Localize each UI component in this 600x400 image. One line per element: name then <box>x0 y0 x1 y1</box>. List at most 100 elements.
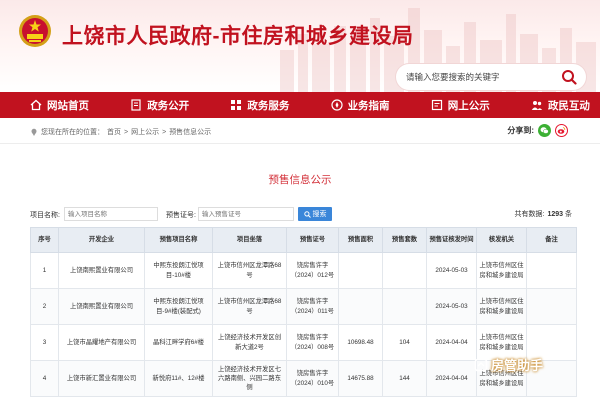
column-header: 核发机关 <box>476 227 527 253</box>
cell-units <box>382 288 427 325</box>
column-header: 预售项目名称 <box>144 227 213 253</box>
column-header: 开发企业 <box>58 227 145 253</box>
breadcrumb: 您现在所在的位置： 首页 > 网上公示 > 预售信息公示 <box>30 127 211 137</box>
project-name-input[interactable] <box>64 207 158 221</box>
cell-authority: 上饶市信州区住房和城乡建设局 <box>476 288 527 325</box>
filter-search-button[interactable]: 搜索 <box>298 207 332 221</box>
total-records: 共有数据: 1293 条 <box>515 209 572 219</box>
weibo-share-icon[interactable] <box>555 124 568 137</box>
column-header: 预售套数 <box>382 227 427 253</box>
cell-project[interactable]: 中熙东投朗江悦项目-9#楼(装配式) <box>144 288 213 325</box>
cell-location: 上饶经济技术开发区创新大道2号 <box>212 324 287 361</box>
cell-date: 2024-04-04 <box>426 360 477 397</box>
column-header: 预售证核发时间 <box>426 227 477 253</box>
cell-units: 144 <box>382 360 427 397</box>
main-nav: 网站首页 政务公开 政务服务 业务指南 网上公示 政民互动 <box>0 92 600 118</box>
cell-company: 上饶市新汇置业有限公司 <box>58 360 145 397</box>
cell-company: 上饶南熙置业有限公司 <box>58 252 145 289</box>
cell-remark <box>526 252 577 289</box>
cell-area: 10698.48 <box>338 324 383 361</box>
cell-cert: 饶房售许字（2024）010号 <box>286 360 339 397</box>
table-row[interactable]: 1 上饶南熙置业有限公司 中熙东投朗江悦项目-10#楼 上饶市信州区龙潭路68号… <box>30 252 577 289</box>
cell-no: 1 <box>30 252 59 289</box>
nav-item-label: 政务公开 <box>147 99 190 112</box>
page-title: 预售信息公示 <box>268 174 332 186</box>
nav-item-label: 网站首页 <box>47 99 89 112</box>
guide-icon <box>330 99 343 111</box>
cell-area: 14675.88 <box>338 360 383 397</box>
nav-item-public-interaction[interactable]: 政民互动 <box>531 98 590 113</box>
breadcrumb-separator: > <box>124 128 129 136</box>
cell-company: 上饶南熙置业有限公司 <box>58 288 145 325</box>
site-title: 上饶市人民政府-市住房和城乡建设局 <box>62 25 414 48</box>
nav-item-business-guide[interactable]: 业务指南 <box>330 98 390 113</box>
nav-item-online-notice[interactable]: 网上公示 <box>431 98 490 113</box>
search-filter: 项目名称: 预售证号: 搜索 共有数据:1293 条 <box>0 206 600 224</box>
column-header: 备注 <box>526 227 577 253</box>
cell-date: 2024-05-03 <box>426 288 477 325</box>
breadcrumb-prefix: 您现在所在的位置： <box>41 129 104 136</box>
grid-icon <box>231 100 242 110</box>
breadcrumb-separator: > <box>162 128 167 136</box>
project-name-label: 项目名称: <box>30 212 60 219</box>
search-button-label: 搜索 <box>312 211 327 218</box>
cell-no: 2 <box>30 288 59 325</box>
national-emblem-icon <box>19 15 51 47</box>
cell-area <box>338 252 383 289</box>
breadcrumb-current: 预售信息公示 <box>169 129 212 136</box>
cell-cert: 饶房售许字（2024）008号 <box>286 324 339 361</box>
cell-units: 104 <box>382 324 427 361</box>
table-row[interactable]: 2 上饶南熙置业有限公司 中熙东投朗江悦项目-9#楼(装配式) 上饶市信州区龙潭… <box>30 288 577 325</box>
notice-icon <box>431 99 442 111</box>
breadcrumb-section-link[interactable]: 网上公示 <box>131 127 159 137</box>
cell-project[interactable]: 中熙东投朗江悦项目-10#楼 <box>144 252 213 289</box>
watermark-text: 房管助手 <box>491 358 544 373</box>
cell-area <box>338 288 383 325</box>
nav-item-home[interactable]: 网站首页 <box>30 98 89 113</box>
share-label: 分享到: <box>507 126 534 135</box>
cell-authority: 上饶市信州区住房和城乡建设局 <box>476 252 527 289</box>
column-header: 预售证号 <box>286 227 339 253</box>
cell-date: 2024-04-04 <box>426 324 477 361</box>
nav-item-open-government[interactable]: 政务公开 <box>130 98 189 113</box>
nav-item-label: 业务指南 <box>347 99 390 112</box>
cell-location: 上饶市信州区龙潭路68号 <box>212 288 287 325</box>
cell-units <box>382 252 427 289</box>
cell-project[interactable]: 晶科江畔学府6#楼 <box>144 324 213 361</box>
home-icon <box>30 99 42 111</box>
cell-company: 上饶市晶耀地产有限公司 <box>58 324 145 361</box>
cell-cert: 饶房售许字（2024）012号 <box>286 252 339 289</box>
total-unit: 条 <box>565 211 572 218</box>
cell-location: 上饶经济技术开发区七六路南侧、兴园二路东侧 <box>212 360 287 397</box>
house-icon <box>474 358 488 371</box>
nav-item-government-services[interactable]: 政务服务 <box>230 98 289 113</box>
search-icon <box>303 210 311 218</box>
cell-location: 上饶市信州区龙潭路68号 <box>212 252 287 289</box>
total-label: 共有数据: <box>514 211 545 218</box>
cert-number-input[interactable] <box>198 207 294 221</box>
breadcrumb-bar: 您现在所在的位置： 首页 > 网上公示 > 预售信息公示 分享到: <box>0 122 600 144</box>
cert-number-label: 预售证号: <box>166 212 196 219</box>
cell-cert: 饶房售许字（2024）011号 <box>286 288 339 325</box>
wechat-share-icon[interactable] <box>538 124 551 137</box>
cell-no: 4 <box>30 360 59 397</box>
search-icon[interactable] <box>561 69 577 85</box>
total-count: 1293 <box>547 211 564 218</box>
location-icon <box>31 128 37 136</box>
document-icon <box>131 99 141 111</box>
nav-item-label: 政务服务 <box>247 99 290 112</box>
site-search <box>396 64 586 90</box>
breadcrumb-home-link[interactable]: 首页 <box>107 127 121 137</box>
search-input[interactable] <box>396 72 546 82</box>
cell-project[interactable]: 新悦府11#、12#楼 <box>144 360 213 397</box>
column-header: 序号 <box>30 227 59 253</box>
table-header-row: 序号 开发企业 预售项目名称 项目坐落 预售证号 预售面积 预售套数 预售证核发… <box>30 227 577 253</box>
column-header: 项目坐落 <box>212 227 287 253</box>
cell-remark <box>526 288 577 325</box>
cell-no: 3 <box>30 324 59 361</box>
cell-date: 2024-05-03 <box>426 252 477 289</box>
share-bar: 分享到: <box>507 124 568 137</box>
nav-item-label: 网上公示 <box>447 99 490 112</box>
app-watermark: 房管助手 <box>474 355 543 374</box>
nav-item-label: 政民互动 <box>547 99 590 112</box>
